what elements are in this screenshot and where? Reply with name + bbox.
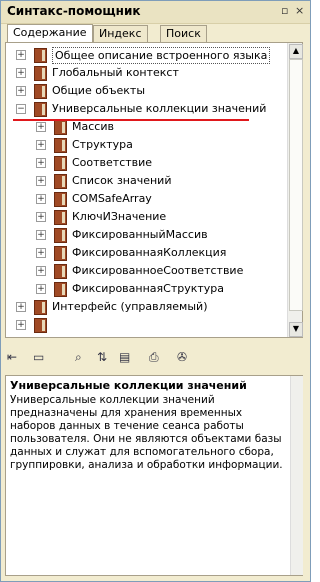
tree-item[interactable]: + КлючИЗначение [6, 208, 286, 226]
tab-search[interactable]: Поиск [160, 25, 207, 42]
tree-item-label: ФиксированнаяКоллекция [72, 246, 227, 259]
expand-icon[interactable]: + [36, 284, 46, 294]
expand-icon[interactable]: + [36, 194, 46, 204]
tree-item[interactable]: + Интерфейс (управляемый) [6, 298, 286, 316]
book-icon [34, 318, 47, 333]
syntax-helper-window: Синтакс-помощник ▫ × Содержание Индекс П… [0, 0, 311, 582]
expand-icon[interactable]: + [36, 248, 46, 258]
tree-item[interactable]: + Общее описание встроенного языка [6, 46, 286, 64]
tree-item-label: Список значений [72, 174, 172, 187]
expand-icon[interactable]: + [16, 50, 26, 60]
back-button[interactable]: ⇤ [7, 350, 17, 364]
book-icon [54, 228, 67, 243]
window-title: Синтакс-помощник [7, 4, 141, 18]
book-icon [34, 300, 47, 315]
tab-index[interactable]: Индекс [93, 25, 148, 42]
tree-item[interactable]: + ФиксированноеСоответствие [6, 262, 286, 280]
tree-item-label: Структура [72, 138, 133, 151]
tree-scrollbar[interactable]: ▲ ▼ [287, 43, 303, 337]
book-icon [54, 246, 67, 261]
print-button[interactable]: ⎙ [149, 350, 159, 365]
pin-icon[interactable]: ▫ [281, 4, 288, 17]
book-icon [54, 210, 67, 225]
expand-icon[interactable]: + [36, 122, 46, 132]
expand-icon[interactable]: + [16, 68, 26, 78]
book-icon [34, 66, 47, 81]
annotation-underline [13, 119, 249, 121]
book-icon [54, 192, 67, 207]
expand-icon[interactable]: + [16, 302, 26, 312]
tree-item-label: Соответствие [72, 156, 153, 169]
book-icon [54, 174, 67, 189]
forward-button[interactable]: ▭ [33, 350, 44, 364]
tree-item[interactable]: + Структура [6, 136, 286, 154]
collapse-button[interactable]: ▤ [119, 350, 130, 364]
expand-icon[interactable]: + [16, 86, 26, 96]
tree-item[interactable]: + COMSafeArray [6, 190, 286, 208]
tree-item[interactable]: + ФиксированныйМассив [6, 226, 286, 244]
tree-item-label: ФиксированныйМассив [72, 228, 208, 241]
scroll-thumb[interactable] [289, 59, 303, 311]
tree-item[interactable]: + ФиксированнаяКоллекция [6, 244, 286, 262]
description-title: Универсальные коллекции значений [10, 379, 247, 392]
book-icon [34, 48, 47, 63]
tree-item[interactable]: + ФиксированнаяСтруктура [6, 280, 286, 298]
scroll-up-icon[interactable]: ▲ [289, 44, 303, 59]
book-icon [34, 84, 47, 99]
title-bar: Синтакс-помощник ▫ × [1, 1, 310, 24]
tree-item[interactable]: − Универсальные коллекции значений [6, 100, 286, 118]
expand-icon[interactable]: + [16, 320, 26, 330]
tree-item-label: Глобальный контекст [52, 66, 179, 79]
tree-item[interactable]: + Глобальный контекст [6, 64, 286, 82]
description-scrollbar[interactable] [290, 376, 303, 575]
find-in-tree-button[interactable]: ⌕ [75, 350, 82, 365]
tree-item-label: COMSafeArray [72, 192, 152, 205]
book-icon [34, 102, 47, 117]
tree-item-label: Общие объекты [52, 84, 146, 97]
tree-item-label: ФиксированнаяСтруктура [72, 282, 225, 295]
tree-item-label: КлючИЗначение [72, 210, 167, 223]
tree-item-label: ФиксированноеСоответствие [72, 264, 244, 277]
tree-item-label: Универсальные коллекции значений [52, 102, 267, 115]
tree-item[interactable]: + [6, 316, 286, 334]
expand-icon[interactable]: + [36, 158, 46, 168]
tree-item-label: Интерфейс (управляемый) [52, 300, 208, 313]
expand-icon[interactable]: + [36, 140, 46, 150]
expand-icon[interactable]: + [36, 176, 46, 186]
expand-icon[interactable]: + [36, 212, 46, 222]
close-icon[interactable]: × [295, 4, 304, 17]
expand-icon[interactable]: + [36, 230, 46, 240]
contents-tree: + Общее описание встроенного языка + Глобал… [5, 42, 303, 338]
sync-button[interactable]: ⇅ [97, 350, 107, 364]
description-pane: Универсальные коллекции значений Универс… [5, 375, 303, 576]
book-icon [54, 282, 67, 297]
scroll-down-icon[interactable]: ▼ [289, 322, 303, 337]
description-text: Универсальные коллекции значений предназ… [10, 394, 283, 471]
collapse-icon[interactable]: − [16, 104, 26, 114]
book-icon [54, 120, 67, 135]
book-icon [54, 264, 67, 279]
settings-button[interactable]: ✇ [177, 350, 187, 364]
tree-item[interactable]: + Список значений [6, 172, 286, 190]
expand-icon[interactable]: + [36, 266, 46, 276]
book-icon [54, 138, 67, 153]
book-icon [54, 156, 67, 171]
tree-item[interactable]: + Общие объекты [6, 82, 286, 100]
tree-item-label: Общее описание встроенного языка [52, 47, 271, 64]
tree-item[interactable]: + Соответствие [6, 154, 286, 172]
tab-contents[interactable]: Содержание [7, 24, 93, 43]
